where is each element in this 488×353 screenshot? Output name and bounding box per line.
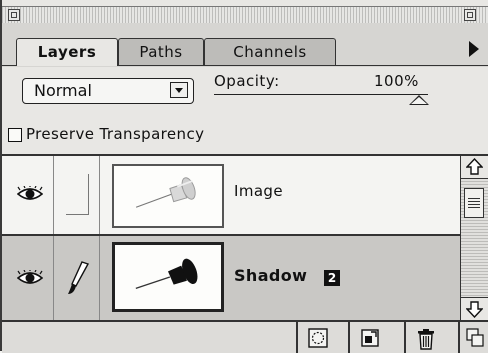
scroll-thumb[interactable]	[464, 188, 484, 218]
link-toggle[interactable]	[54, 156, 100, 234]
tab-paths[interactable]: Paths	[118, 38, 204, 65]
tab-channels[interactable]: Channels	[204, 38, 336, 65]
chevron-down-icon[interactable]	[170, 82, 188, 98]
new-layer-icon	[361, 329, 379, 347]
resize-corner[interactable]	[458, 322, 488, 353]
zoom-box-icon[interactable]	[464, 9, 476, 21]
pushpin-shadow-icon	[135, 258, 198, 289]
layer-name[interactable]: Shadow	[234, 266, 307, 285]
blend-mode-value: Normal	[34, 81, 92, 100]
arrow-up-icon	[466, 158, 483, 175]
layer-mask-icon	[308, 328, 328, 348]
opacity-value[interactable]: 100%	[374, 72, 419, 90]
visibility-toggle[interactable]	[8, 156, 54, 234]
arrow-down-icon	[466, 301, 483, 318]
preserve-transparency-checkbox[interactable]	[8, 128, 22, 142]
layer-row-shadow[interactable]: Shadow 2	[2, 236, 460, 320]
add-layer-mask-button[interactable]	[296, 322, 338, 353]
visibility-toggle[interactable]	[8, 236, 54, 320]
layers-palette: Layers Paths Channels Normal Opacity: 10…	[0, 0, 488, 353]
paintbrush-icon	[68, 261, 90, 294]
opacity-slider-track[interactable]	[214, 94, 428, 95]
layer-thumbnail	[112, 242, 224, 312]
layer-name[interactable]: Image	[234, 182, 283, 200]
layer-row-image[interactable]: Image	[2, 156, 460, 236]
scroll-up-button[interactable]	[461, 156, 488, 179]
opacity-slider-thumb[interactable]	[409, 95, 429, 105]
opacity-label: Opacity:	[214, 72, 280, 90]
scroll-down-button[interactable]	[461, 297, 488, 320]
pushpin-icon	[135, 177, 196, 208]
eye-icon	[17, 186, 43, 200]
trash-icon	[418, 329, 434, 350]
edit-toggle[interactable]	[54, 236, 100, 320]
delete-layer-button[interactable]	[404, 322, 446, 353]
link-slot	[66, 174, 89, 215]
close-box-icon[interactable]	[8, 9, 20, 21]
layer-number-badge: 2	[324, 270, 340, 286]
blend-mode-select[interactable]: Normal	[22, 78, 194, 104]
tab-layers[interactable]: Layers	[16, 38, 118, 66]
eye-icon	[17, 270, 43, 284]
palette-title-bar[interactable]	[2, 6, 488, 24]
palette-menu-arrow-icon[interactable]	[469, 41, 479, 57]
preserve-transparency-label: Preserve Transparency	[26, 125, 205, 143]
tab-strip: Layers Paths Channels	[2, 23, 488, 67]
layer-thumbnail	[112, 164, 224, 228]
new-layer-button[interactable]	[348, 322, 390, 353]
palette-bottom-bar	[2, 320, 488, 353]
layers-scrollbar[interactable]	[460, 156, 488, 320]
resize-grip-icon	[466, 328, 484, 347]
